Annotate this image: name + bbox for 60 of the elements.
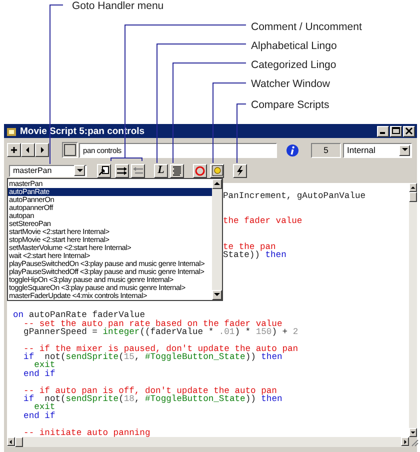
code-line: exit (34, 361, 56, 370)
vertical-scrollbar[interactable] (409, 183, 417, 437)
code-line: -- set the auto pan rate based on the fader value (24, 320, 282, 328)
code-line: -- if auto pan is off, don't update the auto pan (24, 386, 277, 396)
categorized-lingo-button[interactable] (170, 164, 184, 178)
code-line: gPannerSpeed = integer((faderValue * .01) * 150) + 2 (24, 328, 300, 336)
close-button[interactable] (403, 126, 415, 136)
callout-label: Compare Scripts (251, 99, 330, 111)
maximize-button[interactable] (390, 126, 402, 136)
cast-number-field: 5 (311, 142, 341, 158)
code-line: te the pan (223, 242, 276, 252)
code-line: the fader value (223, 217, 304, 226)
handler-dropdown[interactable]: masterPan (9, 164, 87, 176)
caret-right-icon (38, 146, 46, 154)
caret-down-icon (213, 291, 221, 299)
code-line: PanIncrement, gAutoPanValue (223, 192, 367, 200)
callout-label: Watcher Window (251, 78, 330, 90)
scroll-thumb[interactable] (15, 437, 23, 447)
plus-icon (10, 146, 18, 154)
code-line: end if (24, 370, 56, 378)
comment-button[interactable] (115, 164, 129, 178)
code-line: end if (24, 412, 56, 420)
document-icon (6, 126, 17, 136)
code-line: exit (34, 403, 56, 412)
add-button[interactable] (7, 143, 21, 157)
code-line: if not(sendSprite(15, #ToggleButton_State)) then (24, 353, 283, 362)
code-line: on autoPanRate faderValue (13, 311, 145, 320)
caret-up-icon (213, 180, 221, 188)
caret-right-icon (402, 438, 408, 446)
breakpoint-button[interactable] (193, 164, 207, 178)
window-title: Movie Script 5:pan controls (20, 126, 146, 136)
list-scrollbar[interactable] (212, 179, 222, 300)
callout-label: Categorized Lingo (251, 59, 336, 71)
next-button[interactable] (35, 143, 49, 157)
watcher-window-button[interactable] (210, 164, 224, 178)
cast-member-thumbnail (62, 142, 78, 158)
code-line: -- initiate auto panning (24, 428, 152, 437)
uncomment-button[interactable] (131, 164, 145, 178)
info-icon[interactable] (286, 144, 299, 156)
minimize-button[interactable] (377, 126, 389, 136)
go-to-handler-button[interactable] (97, 164, 111, 178)
cast-library-dropdown[interactable]: Internal (343, 142, 412, 158)
lightning-icon (235, 166, 245, 176)
caret-left-icon (24, 146, 32, 154)
previous-button[interactable] (21, 143, 35, 157)
code-line: State)) then (223, 251, 288, 260)
alphabetical-lingo-button[interactable]: L (154, 164, 168, 178)
resize-grip-icon[interactable] (409, 437, 419, 447)
callout-label: Comment / Uncomment (251, 21, 362, 33)
caret-down-icon (76, 166, 84, 174)
handler-menu[interactable] (7, 178, 223, 301)
caret-down-icon (400, 146, 408, 154)
callout-label: Goto Handler menu (72, 0, 164, 12)
horizontal-scrollbar[interactable] (7, 437, 409, 447)
code-line: -- if the mixer is paused, don't update the auto pan (24, 344, 300, 354)
callout-label: Alphabetical Lingo (251, 40, 337, 52)
compare-scripts-button[interactable] (233, 164, 247, 178)
scroll-thumb[interactable] (409, 192, 417, 202)
caret-left-icon (8, 438, 14, 446)
code-line: if not(sendSprite(18, #ToggleButton_State)) then (24, 395, 284, 404)
